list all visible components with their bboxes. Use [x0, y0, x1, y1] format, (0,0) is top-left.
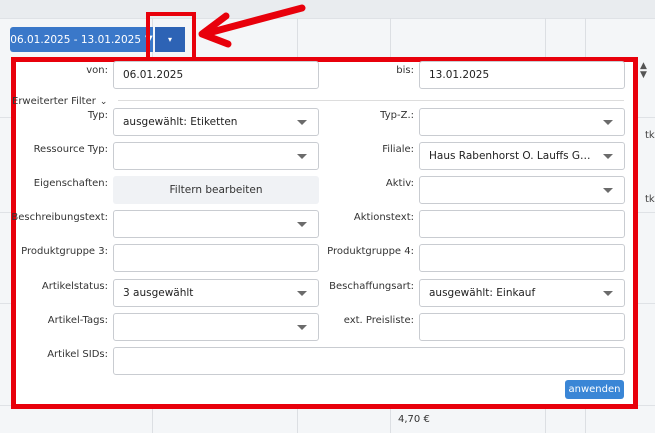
aktionstext-input[interactable]	[419, 210, 625, 238]
typ-z-label: Typ-Z.:	[380, 110, 414, 121]
typ-z-select[interactable]	[419, 108, 625, 136]
background-cell-text: tk	[645, 194, 655, 205]
top-bar-background	[0, 0, 655, 18]
artikel-sids-label: Artikel SIDs:	[47, 349, 108, 360]
produktgruppe-3-input[interactable]	[113, 244, 319, 272]
artikel-sids-input[interactable]	[113, 347, 625, 375]
dropdown-arrow-icon	[603, 290, 613, 296]
ext-preisliste-input[interactable]	[419, 313, 625, 341]
divider	[118, 100, 624, 101]
beschaffungsart-select[interactable]: ausgewählt: Einkauf	[419, 279, 625, 307]
background-price-cell: 4,70 €	[398, 414, 430, 425]
von-label: von:	[86, 65, 108, 76]
dropdown-arrow-icon	[603, 119, 613, 125]
aktiv-label: Aktiv:	[385, 178, 414, 189]
edit-filters-label: Filtern bearbeiten	[169, 184, 263, 196]
dropdown-arrow-icon	[297, 119, 307, 125]
date-range-label: 06.01.2025 - 13.01.2025	[10, 33, 141, 46]
filiale-value: Haus Rabenhorst O. Lauffs GmbH &...	[429, 150, 599, 162]
artikelstatus-select[interactable]: 3 ausgewählt	[113, 279, 319, 307]
produktgruppe-3-label: Produktgruppe 3:	[21, 246, 108, 257]
beschreibungstext-select[interactable]	[113, 210, 319, 238]
row-divider	[0, 18, 655, 19]
dropdown-arrow-icon	[297, 290, 307, 296]
beschaffungsart-value: ausgewählt: Einkauf	[429, 287, 536, 299]
typ-label: Typ:	[87, 110, 108, 121]
beschaffungsart-label: Beschaffungsart:	[329, 281, 414, 292]
produktgruppe-4-input[interactable]	[419, 244, 625, 272]
chevron-down-icon: ⌄	[99, 96, 108, 107]
artikelstatus-label: Artikelstatus:	[41, 281, 108, 292]
ressource-typ-label: Ressource Typ:	[33, 144, 108, 155]
beschreibungstext-label: Beschreibungstext:	[11, 212, 108, 223]
aktiv-select[interactable]	[419, 176, 625, 204]
apply-button-label: anwenden	[568, 384, 621, 395]
sort-icon[interactable]: ▲ ▼	[640, 62, 647, 80]
dropdown-arrow-icon	[297, 324, 307, 330]
ext-preisliste-label: ext. Preisliste:	[343, 315, 414, 326]
bis-date-input[interactable]: 13.01.2025	[419, 61, 625, 89]
background-cell-text: tk	[645, 130, 655, 141]
bis-date-value: 13.01.2025	[429, 69, 490, 81]
dropdown-arrow-icon	[603, 187, 613, 193]
apply-button[interactable]: anwenden	[565, 380, 624, 399]
annotation-arrow-icon	[198, 4, 306, 48]
annotation-highlight-box	[146, 12, 196, 62]
eigenschaften-label: Eigenschaften:	[33, 178, 108, 189]
artikel-tags-label: Artikel-Tags:	[47, 315, 108, 326]
aktionstext-label: Aktionstext:	[353, 212, 414, 223]
extended-filter-toggle[interactable]: Erweiterter Filter ⌄	[12, 96, 107, 107]
artikel-tags-select[interactable]	[113, 313, 319, 341]
dropdown-arrow-icon	[297, 153, 307, 159]
extended-filter-label: Erweiterter Filter	[12, 96, 96, 107]
typ-value: ausgewählt: Etiketten	[123, 116, 238, 128]
date-range-button[interactable]: 06.01.2025 - 13.01.2025 ▼	[10, 27, 153, 52]
edit-filters-button[interactable]: Filtern bearbeiten	[113, 176, 319, 204]
filiale-label: Filiale:	[382, 144, 414, 155]
filiale-select[interactable]: Haus Rabenhorst O. Lauffs GmbH &...	[419, 142, 625, 170]
von-date-input[interactable]: 06.01.2025	[113, 61, 319, 89]
dropdown-arrow-icon	[297, 221, 307, 227]
typ-select[interactable]: ausgewählt: Etiketten	[113, 108, 319, 136]
bis-label: bis:	[396, 65, 414, 76]
dropdown-arrow-icon	[603, 153, 613, 159]
artikelstatus-value: 3 ausgewählt	[123, 287, 194, 299]
produktgruppe-4-label: Produktgruppe 4:	[327, 246, 414, 257]
von-date-value: 06.01.2025	[123, 69, 184, 81]
ressource-typ-select[interactable]	[113, 142, 319, 170]
